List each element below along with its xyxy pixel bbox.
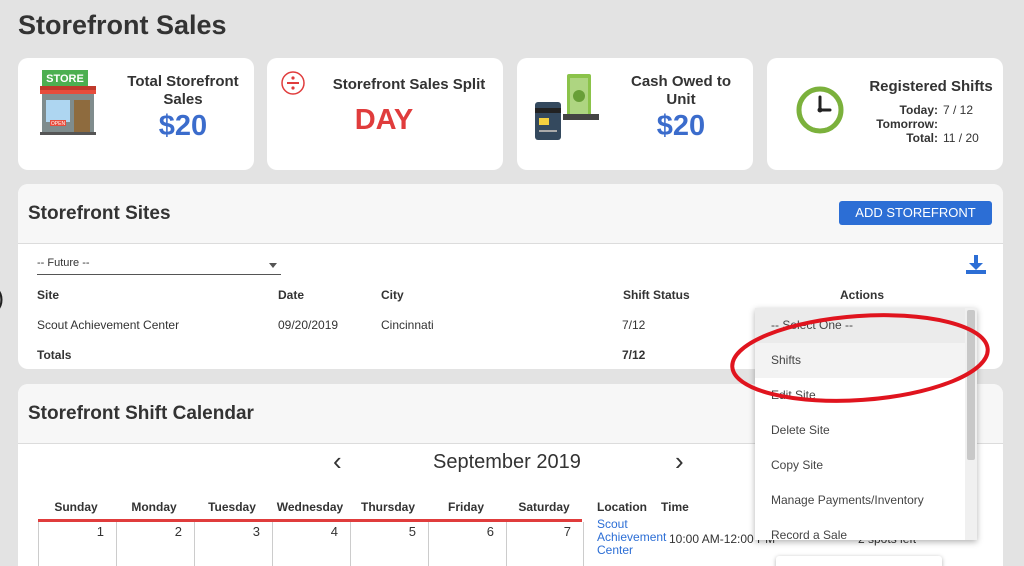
registered-shifts-card: Registered Shifts Today: 7 / 12 Tomorrow… bbox=[767, 58, 1003, 170]
col-header-shift-status: Shift Status bbox=[623, 288, 690, 302]
col-header-site: Site bbox=[37, 288, 60, 302]
dropdown-scrollbar-thumb[interactable] bbox=[967, 310, 975, 460]
cash-owed-card: Cash Owed to Unit $20 bbox=[517, 58, 753, 170]
calendar-day[interactable]: 6 bbox=[428, 522, 506, 566]
sales-split-label: Storefront Sales Split bbox=[332, 76, 486, 93]
dropdown-option-edit-site[interactable]: Edit Site bbox=[755, 378, 965, 413]
shifts-total-value: 11 / 20 bbox=[943, 131, 979, 145]
site-filter-select[interactable]: -- Future -- bbox=[37, 257, 281, 275]
dropdown-option-delete-site[interactable]: Delete Site bbox=[755, 413, 965, 448]
chevron-down-icon bbox=[269, 263, 277, 268]
col-header-actions: Actions bbox=[840, 288, 885, 302]
divide-icon bbox=[281, 71, 305, 95]
dropdown-scrollbar[interactable] bbox=[965, 308, 977, 540]
page-title: Storefront Sales bbox=[18, 10, 227, 40]
total-sales-label: Total Storefront Sales bbox=[127, 73, 239, 108]
cash-owed-value: $20 bbox=[656, 110, 706, 142]
site-filter-value: -- Future -- bbox=[37, 257, 90, 269]
dow-friday: Friday bbox=[447, 500, 484, 514]
shifts-today-value: 7 / 12 bbox=[943, 103, 974, 117]
cell-site: Scout Achievement Center bbox=[37, 318, 180, 332]
calendar-day[interactable]: 3 bbox=[194, 522, 272, 566]
cell-date: 09/20/2019 bbox=[278, 318, 339, 332]
shift-list-header-location: Location bbox=[597, 500, 647, 514]
total-sales-value: $20 bbox=[158, 110, 208, 142]
cell-shift-status: 7/12 bbox=[622, 318, 646, 332]
calendar-day[interactable]: 7 bbox=[506, 522, 584, 566]
download-icon[interactable] bbox=[965, 254, 987, 276]
sites-panel-title: Storefront Sites bbox=[28, 203, 171, 224]
dow-monday: Monday bbox=[131, 500, 177, 514]
store-icon: STORE OPEN bbox=[40, 70, 96, 135]
dropdown-option-select-one[interactable]: -- Select One -- bbox=[755, 308, 965, 343]
add-storefront-button[interactable]: ADD STOREFRONT bbox=[839, 201, 992, 225]
secondary-popup bbox=[776, 556, 942, 566]
calendar-day[interactable]: 4 bbox=[272, 522, 350, 566]
totals-shift-status: 7/12 bbox=[622, 348, 646, 362]
col-header-date: Date bbox=[278, 288, 305, 302]
store-open-sign: OPEN bbox=[51, 121, 66, 127]
clock-icon bbox=[796, 86, 844, 134]
col-header-city: City bbox=[381, 288, 404, 302]
calendar-day[interactable]: 1 bbox=[38, 522, 116, 566]
shifts-today-label: Today: bbox=[899, 103, 938, 117]
dow-tuesday: Tuesday bbox=[208, 500, 256, 514]
calendar-next-button[interactable]: › bbox=[675, 446, 684, 477]
dropdown-option-shifts[interactable]: Shifts bbox=[755, 343, 965, 378]
cash-card-icon bbox=[535, 74, 599, 140]
dow-saturday: Saturday bbox=[518, 500, 570, 514]
calendar-panel-title: Storefront Shift Calendar bbox=[28, 403, 254, 424]
dropdown-option-copy-site[interactable]: Copy Site bbox=[755, 448, 965, 483]
shifts-total-label: Total: bbox=[906, 131, 938, 145]
actions-dropdown[interactable]: -- Select One -- Shifts Edit Site Delete… bbox=[755, 308, 977, 540]
dow-sunday: Sunday bbox=[54, 500, 98, 514]
dow-thursday: Thursday bbox=[360, 500, 415, 514]
sales-split-card: Storefront Sales Split DAY bbox=[267, 58, 503, 170]
dropdown-option-manage-payments[interactable]: Manage Payments/Inventory bbox=[755, 483, 965, 518]
totals-label: Totals bbox=[37, 348, 72, 362]
dropdown-option-record-sale[interactable]: Record a Sale bbox=[755, 518, 965, 540]
calendar-prev-button[interactable]: ‹ bbox=[333, 446, 342, 477]
shift-entry-location-line: Center bbox=[597, 543, 634, 557]
left-edge-glyph: ) bbox=[0, 285, 4, 313]
dow-wednesday: Wednesday bbox=[276, 500, 344, 514]
store-sign-text: STORE bbox=[46, 73, 84, 85]
shift-list-header-time: Time bbox=[661, 500, 689, 514]
cash-owed-label: Cash Owed to Unit bbox=[630, 73, 731, 108]
shifts-tomorrow-label: Tomorrow: bbox=[876, 117, 938, 131]
calendar-day[interactable]: 2 bbox=[116, 522, 194, 566]
calendar-month-label: September 2019 bbox=[433, 451, 581, 473]
cell-city: Cincinnati bbox=[381, 318, 434, 332]
sales-split-value: DAY bbox=[354, 104, 414, 136]
shifts-label: Registered Shifts bbox=[869, 78, 993, 95]
total-sales-card: STORE OPEN Total Storefront Sales $20 bbox=[18, 58, 254, 170]
shift-entry-location[interactable]: Scout Achievement Center bbox=[597, 518, 666, 557]
calendar-day[interactable]: 5 bbox=[350, 522, 428, 566]
sites-panel-header: Storefront Sites ADD STOREFRONT bbox=[18, 184, 1003, 244]
